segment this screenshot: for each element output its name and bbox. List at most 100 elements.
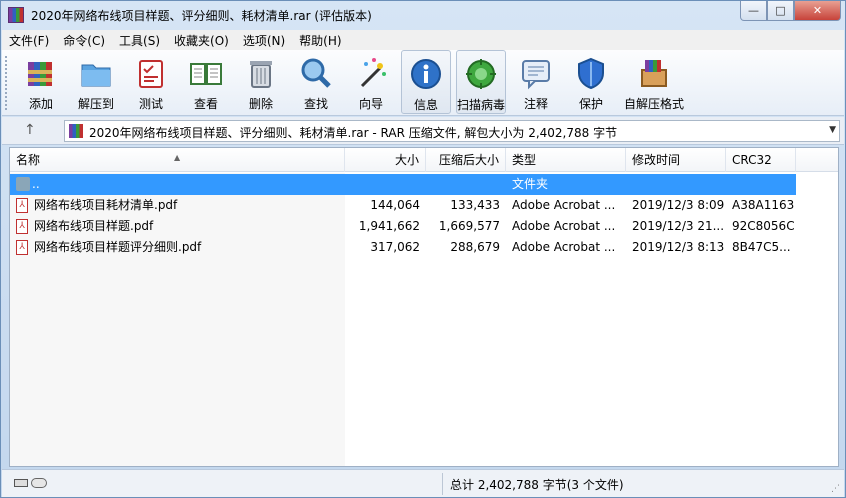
file-name: 网络布线项目耗材清单.pdf — [34, 198, 178, 212]
address-field[interactable]: 2020年网络布线项目样题、评分细则、耗材清单.rar - RAR 压缩文件, … — [64, 120, 840, 142]
menu-file[interactable]: 文件(F) — [2, 30, 56, 50]
winrar-window: 2020年网络布线项目样题、评分细则、耗材清单.rar (评估版本) — □ ✕… — [0, 0, 846, 498]
extract-to-button[interactable]: 解压到 — [71, 50, 121, 114]
column-modified[interactable]: 修改时间 — [626, 148, 726, 172]
trash-icon — [242, 54, 280, 92]
file-modified: 2019/12/3 21... — [632, 219, 724, 233]
status-summary: 总计 2,402,788 字节(3 个文件) — [450, 478, 624, 492]
toolbar: 添加 解压到 测试 查看 删除 查找 向导 信息 扫描病毒 注释 保护 自解压格… — [2, 50, 844, 116]
file-name: 网络布线项目样题评分细则.pdf — [34, 240, 202, 254]
parent-folder-type: 文件夹 — [512, 177, 549, 191]
protect-label: 保护 — [578, 97, 603, 111]
file-modified: 2019/12/3 8:09 — [632, 198, 724, 212]
archive-icon — [69, 124, 83, 138]
shield-icon — [572, 54, 610, 92]
file-packed: 1,669,577 — [438, 219, 500, 233]
add-label: 添加 — [28, 97, 53, 111]
file-type: Adobe Acrobat ... — [512, 219, 616, 233]
add-button[interactable]: 添加 — [16, 50, 66, 114]
pdf-file-icon: ⅄ — [16, 219, 28, 234]
minimize-button[interactable]: — — [740, 1, 767, 21]
menu-options[interactable]: 选项(N) — [236, 30, 292, 50]
table-row[interactable]: ⅄ 网络布线项目样题.pdf 1,941,662 1,669,577 Adobe… — [10, 216, 796, 237]
column-size[interactable]: 大小 — [345, 148, 426, 172]
file-crc: 92C8056C — [732, 219, 795, 233]
comment-button[interactable]: 注释 — [511, 50, 561, 114]
menu-help[interactable]: 帮助(H) — [292, 30, 348, 50]
sfx-button[interactable]: 自解压格式 — [621, 50, 687, 114]
key-icon[interactable] — [31, 478, 47, 488]
window-title: 2020年网络布线项目样题、评分细则、耗材清单.rar (评估版本) — [31, 9, 372, 23]
pdf-file-icon: ⅄ — [16, 198, 28, 213]
parent-folder-row[interactable]: .. 文件夹 — [10, 174, 796, 195]
sfx-label: 自解压格式 — [623, 97, 684, 111]
info-button[interactable]: 信息 — [401, 50, 451, 114]
file-name: 网络布线项目样题.pdf — [34, 219, 154, 233]
drive-icon[interactable] — [14, 479, 28, 487]
column-crc[interactable]: CRC32 — [726, 148, 796, 172]
info-label: 信息 — [413, 98, 438, 112]
protect-button[interactable]: 保护 — [566, 50, 616, 114]
maximize-button[interactable]: □ — [767, 1, 794, 21]
close-button[interactable]: ✕ — [794, 1, 841, 21]
view-label: 查看 — [193, 97, 218, 111]
menu-bar: 文件(F) 命令(C) 工具(S) 收藏夹(O) 选项(N) 帮助(H) — [2, 30, 844, 50]
table-row[interactable]: ⅄ 网络布线项目样题评分细则.pdf 317,062 288,679 Adobe… — [10, 237, 796, 258]
up-arrow-icon[interactable]: ↑ — [24, 122, 36, 138]
find-label: 查找 — [303, 97, 328, 111]
file-type: Adobe Acrobat ... — [512, 198, 616, 212]
toolbar-grip[interactable] — [5, 56, 9, 110]
file-size: 144,064 — [370, 198, 420, 212]
view-book-icon — [187, 54, 225, 92]
test-label: 测试 — [138, 97, 163, 111]
wizard-button[interactable]: 向导 — [346, 50, 396, 114]
column-name-label: 名称 — [16, 153, 41, 167]
test-button[interactable]: 测试 — [126, 50, 176, 114]
chevron-down-icon[interactable]: ▼ — [829, 125, 836, 135]
file-type: Adobe Acrobat ... — [512, 240, 616, 254]
file-size: 1,941,662 — [358, 219, 420, 233]
file-crc: A38A1163 — [732, 198, 795, 212]
column-type[interactable]: 类型 — [506, 148, 626, 172]
list-header: 名称 ▲ 大小 压缩后大小 类型 修改时间 CRC32 — [10, 148, 838, 172]
address-text: 2020年网络布线项目样题、评分细则、耗材清单.rar - RAR 压缩文件, … — [89, 126, 618, 140]
virus-scan-icon — [462, 55, 500, 93]
address-bar: ↑ 2020年网络布线项目样题、评分细则、耗材清单.rar - RAR 压缩文件… — [2, 117, 844, 145]
add-archive-icon — [22, 54, 60, 92]
virus-scan-button[interactable]: 扫描病毒 — [456, 50, 506, 114]
resize-grip-icon[interactable]: ⋰ — [831, 484, 840, 494]
wizard-wand-icon — [352, 54, 390, 92]
winrar-app-icon — [8, 7, 24, 23]
file-modified: 2019/12/3 8:13 — [632, 240, 724, 254]
view-button[interactable]: 查看 — [181, 50, 231, 114]
folder-icon — [16, 177, 30, 191]
wizard-label: 向导 — [358, 97, 383, 111]
pdf-file-icon: ⅄ — [16, 240, 28, 255]
delete-button[interactable]: 删除 — [236, 50, 286, 114]
file-crc: 8B47C5... — [732, 240, 791, 254]
delete-label: 删除 — [248, 97, 273, 111]
comment-label: 注释 — [523, 97, 548, 111]
sort-up-icon: ▲ — [174, 153, 181, 162]
title-bar: 2020年网络布线项目样题、评分细则、耗材清单.rar (评估版本) — □ ✕ — [1, 1, 845, 29]
parent-folder-name: .. — [32, 177, 40, 191]
extract-to-icon — [77, 54, 115, 92]
file-list: 名称 ▲ 大小 压缩后大小 类型 修改时间 CRC32 .. 文件夹 ⅄ 网络布线… — [9, 147, 839, 467]
comment-icon — [517, 54, 555, 92]
test-icon — [132, 54, 170, 92]
menu-favorites[interactable]: 收藏夹(O) — [167, 30, 236, 50]
column-packed[interactable]: 压缩后大小 — [426, 148, 506, 172]
table-row[interactable]: ⅄ 网络布线项目耗材清单.pdf 144,064 133,433 Adobe A… — [10, 195, 796, 216]
extract-to-label: 解压到 — [77, 97, 114, 111]
file-packed: 288,679 — [450, 240, 500, 254]
virus-scan-label: 扫描病毒 — [457, 98, 506, 112]
menu-command[interactable]: 命令(C) — [56, 30, 112, 50]
menu-tools[interactable]: 工具(S) — [112, 30, 167, 50]
magnifier-icon — [297, 54, 335, 92]
file-packed: 133,433 — [450, 198, 500, 212]
file-size: 317,062 — [370, 240, 420, 254]
sfx-box-icon — [635, 54, 673, 92]
column-name[interactable]: 名称 ▲ — [10, 148, 345, 172]
status-bar: 总计 2,402,788 字节(3 个文件) ⋰ — [2, 469, 844, 497]
find-button[interactable]: 查找 — [291, 50, 341, 114]
